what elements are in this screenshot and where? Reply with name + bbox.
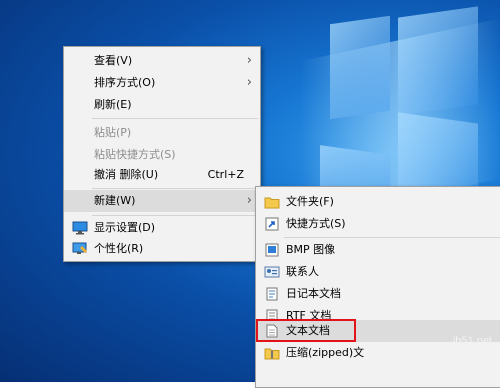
submenu-item-label: BMP 图像 — [286, 243, 336, 256]
menu-separator — [92, 118, 258, 119]
menu-item-label: 刷新(E) — [94, 98, 132, 111]
annotation-highlight-box — [256, 319, 356, 342]
menu-item-personalize[interactable]: 个性化(R) — [64, 238, 260, 260]
chevron-right-icon: › — [246, 53, 252, 68]
menu-item-label: 撤消 删除(U) — [94, 168, 159, 181]
menu-item-label: 排序方式(O) — [94, 76, 156, 89]
menu-item-label: 粘贴(P) — [94, 126, 132, 139]
submenu-item-label: 日记本文档 — [286, 287, 341, 300]
watermark: jb51.net 脚本之家 — [408, 335, 492, 376]
display-settings-icon — [72, 221, 88, 235]
submenu-item-journal-document[interactable]: 日记本文档 — [256, 283, 500, 305]
submenu-item-bmp-image[interactable]: BMP 图像 — [256, 239, 500, 261]
zip-folder-icon — [264, 346, 280, 360]
window-logo-pane — [330, 15, 390, 120]
submenu-item-label: 快捷方式(S) — [286, 217, 346, 230]
watermark-site: jb51.net — [452, 335, 492, 347]
menu-item-view[interactable]: 查看(V) › — [64, 50, 260, 72]
submenu-item-folder[interactable]: 文件夹(F) — [256, 191, 500, 213]
shortcut-icon — [264, 217, 280, 231]
window-logo-pane — [398, 6, 478, 116]
personalize-icon — [72, 242, 88, 256]
chevron-right-icon: › — [246, 75, 252, 90]
menu-item-label: 新建(W) — [94, 194, 136, 207]
desktop-context-menu: 查看(V) › 排序方式(O) › 刷新(E) 粘贴(P) 粘贴快捷方式(S) … — [63, 46, 261, 262]
menu-item-label: 粘贴快捷方式(S) — [94, 148, 176, 161]
submenu-item-shortcut[interactable]: 快捷方式(S) — [256, 213, 500, 235]
menu-item-undo-delete[interactable]: 撤消 删除(U) Ctrl+Z — [64, 164, 260, 186]
shortcut-hint: Ctrl+Z — [207, 168, 244, 181]
menu-item-sort-by[interactable]: 排序方式(O) › — [64, 72, 260, 94]
menu-item-display-settings[interactable]: 显示设置(D) — [64, 217, 260, 239]
menu-item-label: 查看(V) — [94, 54, 133, 67]
menu-item-paste-shortcut: 粘贴快捷方式(S) — [64, 144, 260, 166]
menu-item-refresh[interactable]: 刷新(E) — [64, 94, 260, 116]
menu-item-label: 显示设置(D) — [94, 221, 156, 234]
submenu-item-label: 文件夹(F) — [286, 195, 334, 208]
menu-item-new[interactable]: 新建(W) › — [64, 190, 260, 212]
chevron-right-icon: › — [246, 193, 252, 208]
menu-item-paste: 粘贴(P) — [64, 122, 260, 144]
bitmap-image-icon — [264, 243, 280, 257]
submenu-item-contact[interactable]: 联系人 — [256, 261, 500, 283]
watermark-brand: 脚本之家 — [408, 353, 492, 375]
contact-icon — [264, 265, 280, 279]
journal-document-icon — [264, 287, 280, 301]
menu-separator — [284, 237, 500, 238]
submenu-item-label: 联系人 — [286, 265, 319, 278]
folder-icon — [264, 195, 280, 209]
menu-item-label: 个性化(R) — [94, 242, 144, 255]
submenu-item-label: 压缩(zipped)文 — [286, 346, 365, 359]
menu-separator — [92, 215, 258, 216]
menu-separator — [92, 188, 258, 189]
